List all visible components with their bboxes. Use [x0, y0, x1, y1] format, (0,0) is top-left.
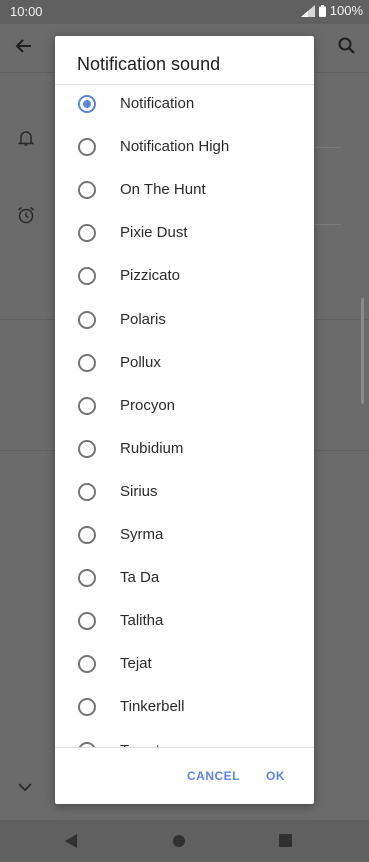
sound-option-label: Tinkerbell	[120, 698, 185, 716]
radio-unselected-icon[interactable]	[78, 310, 96, 329]
radio-unselected-icon[interactable]	[78, 224, 96, 243]
battery-icon	[318, 4, 326, 17]
sound-option-label: Rubidium	[120, 439, 184, 457]
status-bar: 10:00 100%	[0, 0, 369, 24]
radio-selected-icon[interactable]	[78, 95, 96, 113]
radio-unselected-icon[interactable]	[78, 482, 96, 501]
sound-option-label: Syrma	[120, 526, 164, 543]
bg-divider-short	[311, 224, 341, 225]
cancel-button[interactable]: CANCEL	[187, 769, 240, 783]
sound-option-label: Talitha	[120, 612, 164, 630]
sound-option[interactable]: Notification High	[55, 127, 314, 170]
sound-option-label: Pixie Dust	[120, 224, 188, 242]
sound-option[interactable]: Tweet	[55, 731, 314, 747]
sound-option[interactable]: Procyon	[55, 386, 314, 429]
radio-unselected-icon[interactable]	[78, 698, 96, 717]
radio-unselected-icon[interactable]	[78, 138, 96, 157]
chevron-down-icon[interactable]	[17, 780, 33, 798]
nav-back-icon[interactable]	[63, 833, 79, 854]
sound-option[interactable]: Ta Da	[55, 558, 314, 601]
sound-option[interactable]: Talitha	[55, 601, 314, 644]
alarm-clock-icon	[16, 205, 36, 230]
sound-option[interactable]: Sirius	[55, 472, 314, 515]
radio-unselected-icon[interactable]	[78, 439, 96, 458]
screen: 10:00 100% Notification sound Notificati…	[0, 0, 369, 862]
scrollbar[interactable]	[361, 298, 364, 404]
sound-option[interactable]: Rubidium	[55, 429, 314, 472]
bell-icon	[16, 128, 36, 153]
sound-option-label: Procyon	[120, 396, 176, 414]
status-time: 10:00	[10, 4, 43, 19]
dialog-title: Notification sound	[77, 54, 221, 74]
sound-option[interactable]: Notification	[55, 85, 314, 127]
sound-option-label: Pizzicato	[120, 267, 181, 285]
bg-divider-short	[311, 147, 341, 148]
sound-option-label: Tejat	[120, 655, 152, 673]
nav-bar	[0, 820, 369, 862]
radio-unselected-icon[interactable]	[78, 612, 96, 631]
sound-option[interactable]: Polaris	[55, 300, 314, 343]
nav-home-icon[interactable]	[172, 834, 186, 853]
sound-option[interactable]: Syrma	[55, 515, 314, 558]
back-arrow-icon[interactable]	[14, 36, 34, 61]
notification-sound-dialog: Notification sound Notification Notificat…	[55, 36, 314, 804]
radio-unselected-icon[interactable]	[78, 396, 96, 415]
search-icon[interactable]	[337, 36, 357, 61]
battery-percent: 100%	[329, 3, 363, 18]
radio-unselected-icon[interactable]	[78, 267, 96, 286]
sound-option-label: Notification High	[120, 138, 230, 156]
sound-option[interactable]: Pizzicato	[55, 256, 314, 299]
signal-icon	[300, 4, 315, 17]
sound-option[interactable]: Pollux	[55, 343, 314, 386]
sound-option-label: Polaris	[120, 310, 166, 328]
status-right: 100%	[300, 3, 363, 18]
radio-unselected-icon[interactable]	[78, 569, 96, 588]
sound-option-label: Sirius	[120, 482, 158, 500]
radio-unselected-icon[interactable]	[78, 526, 96, 544]
dialog-actions-divider	[55, 747, 314, 748]
sound-option-label: On The Hunt	[120, 181, 206, 199]
sound-option-label: Notification	[120, 95, 195, 112]
ok-button[interactable]: OK	[266, 769, 285, 783]
sound-option-label: Ta Da	[120, 569, 160, 587]
radio-unselected-icon[interactable]	[78, 181, 96, 200]
sound-option-label: Pollux	[120, 353, 161, 371]
radio-unselected-icon[interactable]	[78, 353, 96, 372]
sound-options-list[interactable]: Notification Notification High On The Hunt…	[55, 85, 314, 747]
sound-option[interactable]: Tinkerbell	[55, 687, 314, 730]
nav-recents-icon[interactable]	[279, 834, 292, 852]
sound-option[interactable]: Tejat	[55, 644, 314, 687]
radio-unselected-icon[interactable]	[78, 655, 96, 674]
sound-option[interactable]: On The Hunt	[55, 170, 314, 213]
sound-option[interactable]: Pixie Dust	[55, 213, 314, 256]
